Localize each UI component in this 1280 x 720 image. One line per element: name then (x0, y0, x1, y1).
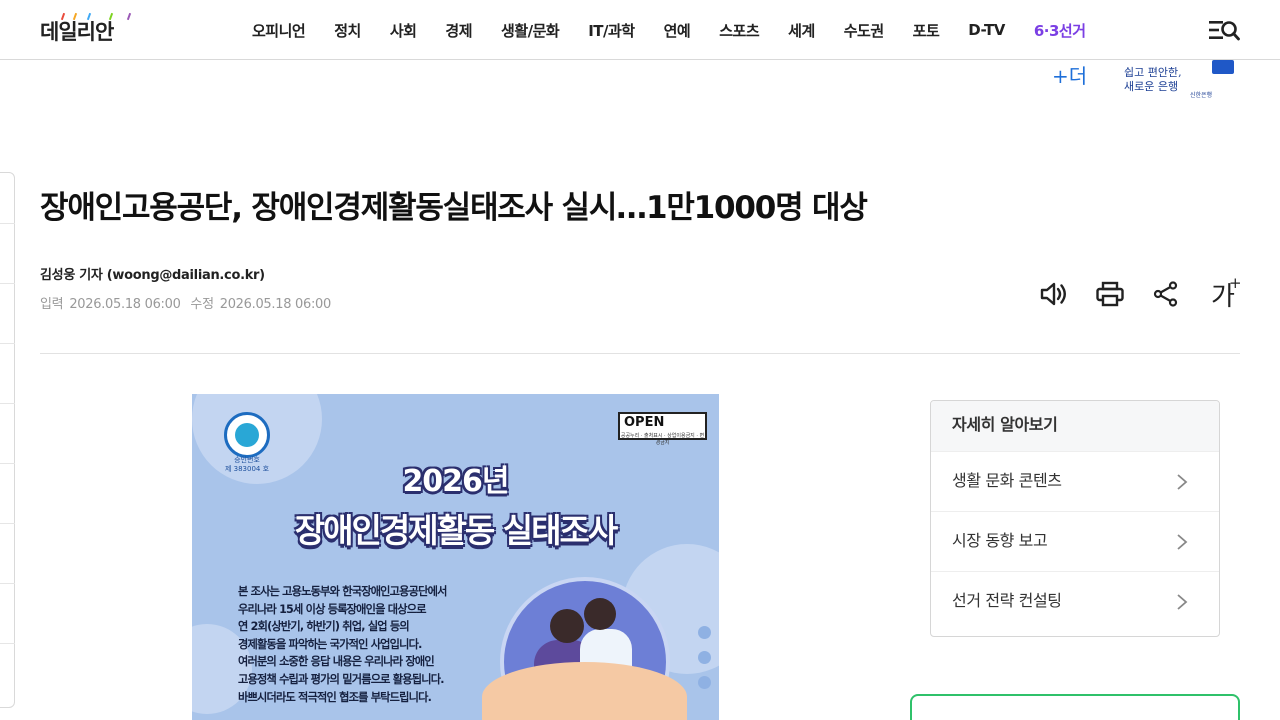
nav-item-dtv[interactable]: D-TV (968, 21, 1005, 39)
article-image[interactable]: 승인번호 제 383004 호 OPEN 공공누리 · 출처표시 · 상업이용금… (192, 394, 719, 720)
learn-more-item[interactable]: 시장 동향 보고 (931, 511, 1219, 571)
promo-box[interactable] (910, 694, 1240, 720)
learn-more-item[interactable]: 선거 전략 컨설팅 (931, 571, 1219, 631)
decorative-dots (698, 626, 712, 701)
learn-more-heading: 자세히 알아보기 (931, 401, 1219, 451)
chevron-right-icon (1177, 534, 1188, 550)
open-license-badge: OPEN 공공누리 · 출처표시 · 상업이용금지 · 변경금지 (618, 412, 707, 446)
modified-label: 수정 (190, 297, 214, 312)
article-title: 장애인고용공단, 장애인경제활동실태조사 실시…1만1000명 대상 (40, 190, 868, 226)
header-divider (40, 353, 1240, 354)
font-size-plus: + (1229, 274, 1242, 292)
article-dates: 입력 2026.05.18 06:00 수정 2026.05.18 06:00 (40, 293, 337, 312)
nav-item-photo[interactable]: 포토 (913, 20, 940, 41)
bank-logo-icon (1212, 60, 1234, 74)
ad-bank-name: 신한은행 (1190, 92, 1213, 99)
image-year: 2026년 (402, 464, 509, 499)
image-headline: 장애인경제활동 실태조사 (294, 511, 618, 550)
illustration-head-2 (584, 598, 616, 630)
nav-item-it-science[interactable]: IT/과학 (588, 20, 635, 41)
ad-plus-text: +더 (1052, 64, 1088, 88)
open-license-caption: 공공누리 · 출처표시 · 상업이용금지 · 변경금지 (620, 433, 705, 446)
chevron-right-icon (1177, 474, 1188, 490)
ad-banner[interactable]: +더 쉽고 편안한, 새로운 은행 신한은행 (1048, 58, 1238, 102)
nav-item-opinion[interactable]: 오피니언 (252, 20, 306, 41)
nav-item-politics[interactable]: 정치 (334, 20, 361, 41)
published-label: 입력 (40, 297, 64, 312)
font-size-icon[interactable]: 가 + (1206, 274, 1242, 312)
article-tools: 가 + (1038, 274, 1242, 312)
learn-more-item-label: 선거 전략 컨설팅 (952, 591, 1062, 610)
site-logo[interactable]: 데일리안 (40, 12, 132, 47)
published-date: 2026.05.18 06:00 (69, 297, 181, 312)
learn-more-item-label: 시장 동향 보고 (952, 531, 1048, 550)
article-byline: 김성웅 기자 (woong@dailian.co.kr) (40, 268, 265, 283)
print-icon[interactable] (1094, 278, 1126, 310)
illustration-head-1 (550, 609, 584, 643)
learn-more-item[interactable]: 생활 문화 콘텐츠 (931, 451, 1219, 511)
modified-date: 2026.05.18 06:00 (219, 297, 332, 312)
logo-accent-marks (58, 12, 138, 21)
nav-item-election[interactable]: 6·3선거 (1034, 20, 1086, 41)
nav-item-economy[interactable]: 경제 (445, 20, 472, 41)
menu-search-icon[interactable] (1207, 18, 1241, 42)
logo-text: 데일리안 (40, 20, 114, 44)
chevron-right-icon (1177, 594, 1188, 610)
site-header: 데일리안 오피니언 정치 사회 경제 생활/문화 IT/과학 연예 스포츠 세계… (0, 0, 1280, 60)
speaker-icon[interactable] (1038, 278, 1070, 310)
main-nav: 오피니언 정치 사회 경제 생활/문화 IT/과학 연예 스포츠 세계 수도권 … (252, 0, 1115, 60)
nav-item-sports[interactable]: 스포츠 (719, 20, 759, 41)
nav-item-world[interactable]: 세계 (788, 20, 815, 41)
learn-more-box: 자세히 알아보기 생활 문화 콘텐츠 시장 동향 보고 선거 전략 컨설팅 (930, 400, 1220, 637)
nav-item-society[interactable]: 사회 (390, 20, 417, 41)
learn-more-item-label: 생활 문화 콘텐츠 (952, 471, 1062, 490)
nav-item-entertainment[interactable]: 연예 (664, 20, 691, 41)
nav-item-capital-area[interactable]: 수도권 (844, 20, 884, 41)
image-body-text: 본 조사는 고용노동부와 한국장애인고용공단에서 우리나라 15세 이상 등록장… (238, 585, 447, 704)
side-rail[interactable] (0, 172, 15, 708)
share-icon[interactable] (1150, 278, 1182, 310)
ad-text-line2: 새로운 은행 (1124, 80, 1179, 93)
seal-icon (224, 412, 270, 458)
nav-item-life-culture[interactable]: 생활/문화 (501, 20, 560, 41)
